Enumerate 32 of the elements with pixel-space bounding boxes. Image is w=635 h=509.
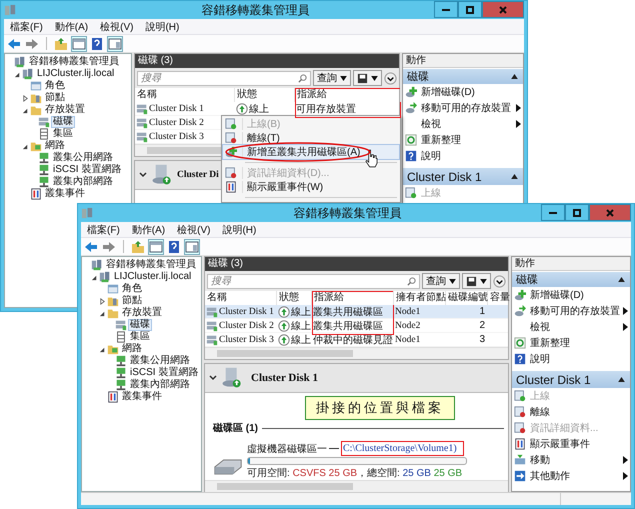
details-title: Cluster Di	[177, 170, 219, 180]
callout: 掛接的位置與檔案	[305, 396, 455, 420]
section-title: 磁碟區 (1)	[213, 422, 258, 435]
volume-name: 虛擬機器磁碟區一	[247, 442, 327, 456]
table-cell-text: 線上	[249, 102, 269, 116]
table-cell: Node1	[395, 334, 420, 344]
table-cell-text: 仲裁中的磁碟見證	[313, 334, 393, 346]
table-cell-text: 叢集共用磁碟區	[313, 306, 383, 318]
table-cell-text: 線上	[291, 334, 311, 346]
table-cell: Cluster Disk 3	[149, 132, 204, 142]
table-cell-text: 線上	[291, 320, 311, 332]
space-text: 可用空間: CSVFS 25 GB，總空間: 25 GB 25 GB	[247, 466, 464, 480]
table-cell: Cluster Disk 2	[149, 118, 204, 128]
panel-header: 動作	[403, 54, 523, 68]
table-cell: 2	[479, 320, 485, 331]
window-title: 容錯移轉叢集管理員	[292, 204, 402, 222]
table-cell: Node1	[395, 306, 420, 316]
table-cell: Cluster Disk 1	[149, 104, 204, 114]
table-cell: Cluster Disk 1	[219, 306, 274, 316]
table-cell: Cluster Disk 2	[219, 320, 274, 330]
table-cell: Cluster Disk 3	[219, 334, 274, 344]
table-cell: 1	[479, 306, 485, 317]
panel-header: 磁碟 (3)	[205, 257, 508, 271]
table-cell-text: 可用存放裝置	[296, 102, 356, 116]
details-title: Cluster Disk 1	[251, 372, 318, 384]
panel-header: 磁碟 (3)	[135, 54, 399, 68]
table-cell-text: 線上	[291, 306, 311, 318]
table-cell-text: 叢集共用磁碟區	[313, 320, 383, 332]
table-cell: 3	[479, 334, 485, 345]
table-cell: Node2	[395, 320, 420, 330]
window-title: 容錯移轉叢集管理員	[200, 2, 310, 18]
panel-header: 動作	[512, 257, 630, 271]
